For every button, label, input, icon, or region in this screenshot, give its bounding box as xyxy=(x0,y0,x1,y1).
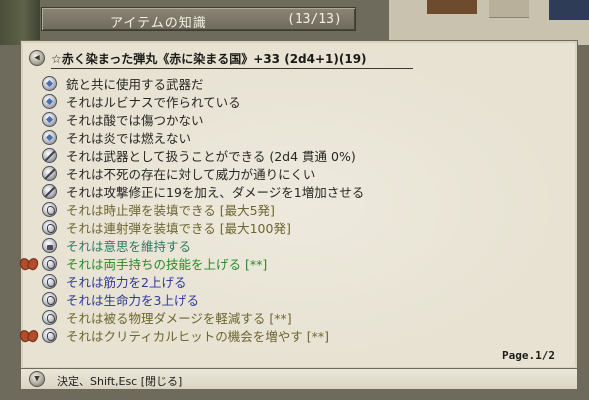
knowledge-line: それは不死の存在に対して威力が通りにくい xyxy=(21,164,577,182)
knowledge-text: それは筋力を2上げる xyxy=(66,274,187,290)
round-icon xyxy=(41,291,58,308)
knowledge-text: それはクリティカルヒットの機会を増やす [**] xyxy=(66,328,329,344)
diamond-icon xyxy=(41,75,58,92)
sword-icon xyxy=(41,165,58,182)
round-icon xyxy=(41,255,58,272)
header-divider xyxy=(51,68,413,69)
knowledge-text: それは酸では傷つかない xyxy=(66,112,204,128)
item-name: ☆赤く染まった弾丸《赤に染まる国》+33 (2d4+1)(19) xyxy=(51,51,367,66)
knowledge-text: それは武器として扱うことができる (2d4 貫通 0%) xyxy=(66,148,356,164)
bow-icon xyxy=(20,256,38,270)
knowledge-text: それは炎では燃えない xyxy=(66,130,192,146)
item-header: ◀ ☆赤く染まった弾丸《赤に染まる国》+33 (2d4+1)(19) xyxy=(29,49,367,67)
knowledge-line: それは筋力を2上げる xyxy=(21,272,577,290)
knowledge-text: それは時止弾を装填できる [最大5発] xyxy=(66,202,275,218)
knowledge-line: それは時止弾を装填できる [最大5発] xyxy=(21,200,577,218)
background-scenery-right xyxy=(389,0,589,45)
sword-icon xyxy=(41,147,58,164)
background-wall xyxy=(489,0,529,18)
knowledge-text: それは意思を維持する xyxy=(66,238,192,254)
bow-icon xyxy=(20,328,38,342)
background-scenery-left xyxy=(0,0,40,45)
diamond-icon xyxy=(41,129,58,146)
knowledge-line: 銃と共に使用する武器だ xyxy=(21,74,577,92)
knowledge-line: それは生命力を3上げる xyxy=(21,290,577,308)
diamond-icon xyxy=(41,111,58,128)
knowledge-line: それはクリティカルヒットの機会を増やす [**] xyxy=(21,326,577,344)
window-title: アイテムの知識 xyxy=(110,16,207,31)
knowledge-line: それは連射弾を装填できる [最大100発] xyxy=(21,218,577,236)
help-text: 決定、Shift,Esc [閉じる] xyxy=(57,375,183,388)
hint-icon: ▼ xyxy=(29,371,45,387)
knowledge-line: それは酸では傷つかない xyxy=(21,110,577,128)
window-title-bar: アイテムの知識 (13/13) xyxy=(41,7,356,31)
lock-icon xyxy=(41,237,58,254)
round-icon xyxy=(41,219,58,236)
knowledge-line: それは武器として扱うことができる (2d4 貫通 0%) xyxy=(21,146,577,164)
knowledge-line: それはルビナスで作られている xyxy=(21,92,577,110)
knowledge-text: それは連射弾を装填できる [最大100発] xyxy=(66,220,291,236)
sword-icon xyxy=(41,183,58,200)
diamond-icon xyxy=(41,93,58,110)
background-water xyxy=(549,0,589,20)
knowledge-text: それは生命力を3上げる xyxy=(66,292,199,308)
item-knowledge-panel: ◀ ☆赤く染まった弾丸《赤に染まる国》+33 (2d4+1)(19) 銃と共に使… xyxy=(20,40,578,370)
knowledge-line: それは意思を維持する xyxy=(21,236,577,254)
knowledge-text: それは攻撃修正に19を加え、ダメージを1増加させる xyxy=(66,184,365,200)
knowledge-text: それは被る物理ダメージを軽減する [**] xyxy=(66,310,292,326)
round-icon xyxy=(41,273,58,290)
round-icon xyxy=(41,201,58,218)
knowledge-line: それは炎では燃えない xyxy=(21,128,577,146)
item-count: (13/13) xyxy=(287,12,342,27)
round-icon xyxy=(41,327,58,344)
knowledge-line: それは攻撃修正に19を加え、ダメージを1増加させる xyxy=(21,182,577,200)
help-bar: ▼ 決定、Shift,Esc [閉じる] xyxy=(20,368,578,390)
knowledge-line: それは被る物理ダメージを軽減する [**] xyxy=(21,308,577,326)
knowledge-text: 銃と共に使用する武器だ xyxy=(66,76,204,92)
knowledge-list: 銃と共に使用する武器だそれはルビナスで作られている それは酸では傷つかない それは炎… xyxy=(21,74,577,344)
knowledge-text: それは両手持ちの技能を上げる [**] xyxy=(66,256,268,272)
background-roof xyxy=(427,0,477,14)
knowledge-line: それは両手持ちの技能を上げる [**] xyxy=(21,254,577,272)
page-indicator: Page.1/2 xyxy=(502,349,555,362)
round-icon xyxy=(41,309,58,326)
knowledge-text: それはルビナスで作られている xyxy=(66,94,241,110)
item-bullet-icon: ◀ xyxy=(29,50,45,66)
knowledge-text: それは不死の存在に対して威力が通りにくい xyxy=(66,166,316,182)
